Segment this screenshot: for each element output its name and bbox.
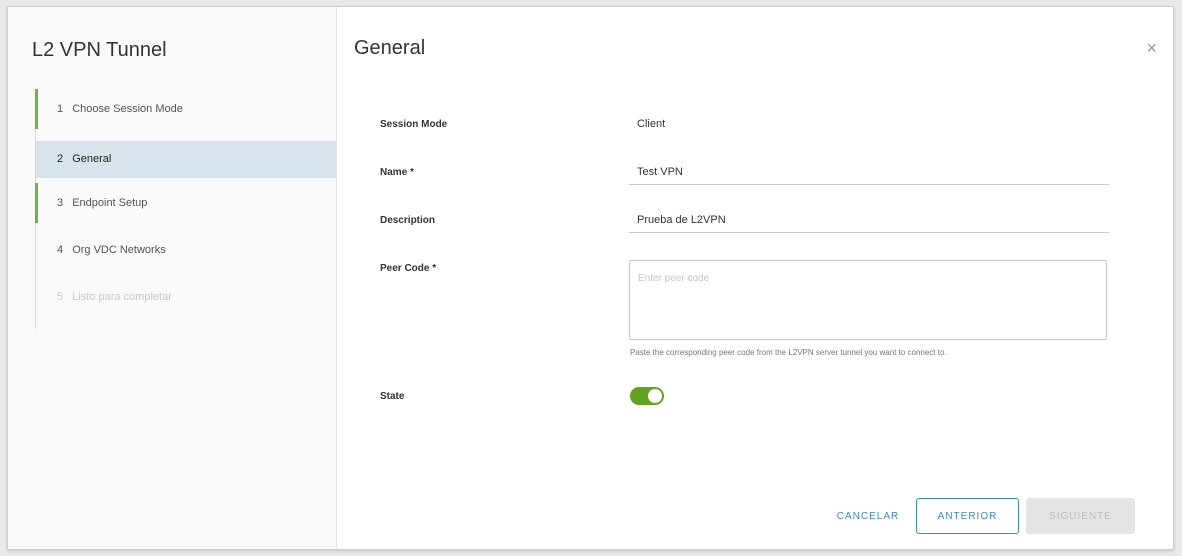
- step-endpoint-setup[interactable]: 3 Endpoint Setup: [35, 183, 336, 230]
- step-number: 2: [57, 153, 64, 165]
- session-mode-label: Session Mode: [380, 119, 448, 130]
- previous-button[interactable]: ANTERIOR: [916, 498, 1019, 534]
- step-done-indicator: [35, 89, 38, 129]
- peer-code-textarea[interactable]: [629, 260, 1107, 340]
- step-ready-to-complete: 5 Listo para completar: [36, 277, 336, 324]
- step-label: General: [72, 153, 112, 165]
- step-number: 1: [57, 103, 64, 115]
- wizard-title: L2 VPN Tunnel: [32, 39, 167, 61]
- step-label: Listo para completar: [72, 291, 172, 303]
- step-label: Org VDC Networks: [72, 244, 166, 256]
- page-title: General: [354, 37, 426, 59]
- step-disabled-indicator: [35, 277, 38, 317]
- close-icon[interactable]: ×: [1146, 39, 1157, 57]
- step-label: Endpoint Setup: [72, 197, 148, 209]
- step-pending-indicator: [35, 230, 38, 270]
- name-label: Name *: [380, 167, 414, 178]
- step-label: Choose Session Mode: [72, 103, 183, 115]
- cancel-button[interactable]: CANCELAR: [823, 498, 913, 534]
- step-choose-session-mode[interactable]: 1 Choose Session Mode: [35, 89, 336, 136]
- step-content: General × Session Mode Client Name * Des…: [336, 7, 1173, 549]
- session-mode-value: Client: [637, 118, 666, 130]
- name-input[interactable]: [629, 159, 1109, 185]
- step-number: 3: [57, 197, 64, 209]
- step-active-indicator: [35, 141, 38, 181]
- step-list: 1 Choose Session Mode 2 General 3 Endpoi…: [35, 89, 336, 329]
- peer-code-label: Peer Code *: [380, 263, 437, 274]
- peer-code-helper-text: Paste the corresponding peer code from t…: [630, 348, 947, 357]
- step-number: 4: [57, 244, 64, 256]
- state-toggle[interactable]: [630, 387, 664, 405]
- next-button[interactable]: SIGUIENTE: [1026, 498, 1135, 534]
- l2vpn-wizard-dialog: L2 VPN Tunnel 1 Choose Session Mode 2 Ge…: [7, 6, 1174, 550]
- step-done-indicator: [35, 183, 38, 223]
- toggle-knob: [648, 389, 662, 403]
- wizard-step-nav: L2 VPN Tunnel 1 Choose Session Mode 2 Ge…: [8, 7, 337, 549]
- step-general[interactable]: 2 General: [36, 141, 336, 178]
- description-label: Description: [380, 215, 436, 226]
- step-number: 5: [57, 291, 64, 303]
- step-org-vdc-networks[interactable]: 4 Org VDC Networks: [36, 230, 336, 277]
- description-input[interactable]: [629, 207, 1109, 233]
- state-label: State: [380, 391, 405, 402]
